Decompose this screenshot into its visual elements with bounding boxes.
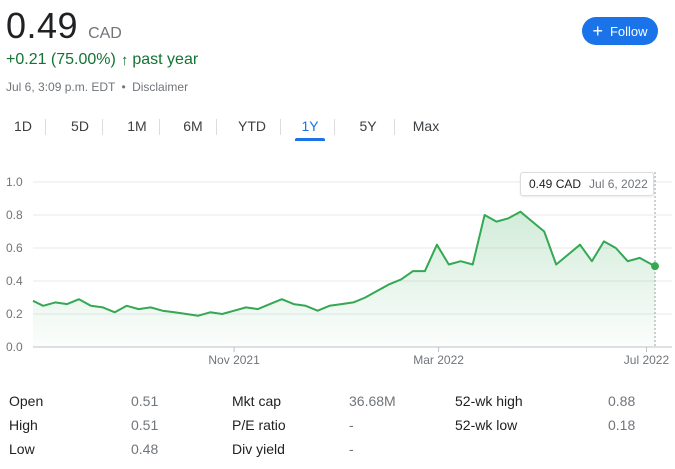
stat-value: -	[349, 441, 354, 457]
tab-6m[interactable]: 6M	[182, 113, 204, 141]
tab-5y[interactable]: 5Y	[357, 113, 379, 141]
price-area	[33, 211, 655, 347]
tab-divider	[45, 119, 46, 135]
stat-label: Open	[9, 393, 44, 409]
tooltip-value: 0.49 CAD	[529, 177, 582, 191]
stat-label: P/E ratio	[232, 417, 286, 433]
tooltip-date: Jul 6, 2022	[589, 177, 648, 191]
tab-divider	[159, 119, 160, 135]
tab-divider	[394, 119, 395, 135]
stat-value: 0.18	[608, 417, 636, 433]
y-tick-label: 0.6	[6, 241, 23, 255]
stat-label: High	[9, 417, 38, 433]
tab-divider	[216, 119, 217, 135]
chart-tooltip: 0.49 CAD Jul 6, 2022	[520, 172, 654, 196]
y-tick-label: 1.0	[6, 175, 23, 189]
stat-value: 0.88	[608, 393, 636, 409]
arrow-up-icon: ↑	[120, 51, 129, 69]
currency-code: CAD	[88, 25, 122, 42]
x-tick-label: Nov 2021	[208, 353, 260, 367]
stat-label: 52-wk low	[455, 417, 518, 433]
quote-meta: Jul 6, 3:09 p.m. EDT • Disclaimer	[6, 80, 188, 94]
tab-5d[interactable]: 5D	[70, 113, 90, 141]
price-chart[interactable]: 0.0 0.2 0.4 0.6 0.8 1.0 Nov 2021 Mar 2022 Jul 20…	[0, 165, 675, 375]
x-tick-label: Mar 2022	[413, 353, 464, 367]
meta-separator: •	[121, 80, 126, 94]
range-tabs: 1D 5D 1M 6M YTD 1Y 5Y Max	[0, 113, 460, 141]
price-header: 0.49 CAD	[6, 6, 122, 46]
tab-divider	[334, 119, 335, 135]
plus-icon: +	[592, 21, 603, 41]
stat-value: 0.51	[131, 417, 159, 433]
follow-button[interactable]: + Follow	[582, 17, 658, 45]
current-price: 0.49	[6, 5, 79, 46]
stat-value: 0.48	[131, 441, 159, 457]
tab-divider	[280, 119, 281, 135]
tab-1d[interactable]: 1D	[13, 113, 33, 141]
x-tick-label: Jul 2022	[624, 353, 670, 367]
tab-ytd[interactable]: YTD	[237, 113, 267, 141]
hover-point	[651, 262, 659, 271]
stat-label: Mkt cap	[232, 393, 282, 409]
tab-divider	[102, 119, 103, 135]
stat-value: -	[349, 417, 354, 433]
change-period: past year	[132, 51, 199, 68]
stat-value: 36.68M	[349, 393, 396, 409]
price-change: +0.21 (75.00%) ↑ past year	[6, 51, 198, 69]
follow-label: Follow	[609, 23, 648, 39]
stat-label: 52-wk high	[455, 393, 523, 409]
stat-value: 0.51	[131, 393, 159, 409]
y-tick-label: 0.8	[6, 208, 23, 222]
tab-1y[interactable]: 1Y	[295, 113, 325, 141]
quote-timestamp: Jul 6, 3:09 p.m. EDT	[6, 80, 116, 94]
disclaimer-link[interactable]: Disclaimer	[132, 80, 188, 94]
tab-max[interactable]: Max	[412, 113, 440, 141]
tab-1m[interactable]: 1M	[126, 113, 148, 141]
y-tick-label: 0.4	[6, 274, 23, 288]
y-tick-label: 0.0	[6, 340, 23, 354]
y-tick-label: 0.2	[6, 307, 23, 321]
stat-label: Low	[9, 441, 35, 457]
change-value: +0.21 (75.00%)	[6, 51, 116, 68]
stat-label: Div yield	[232, 441, 285, 457]
